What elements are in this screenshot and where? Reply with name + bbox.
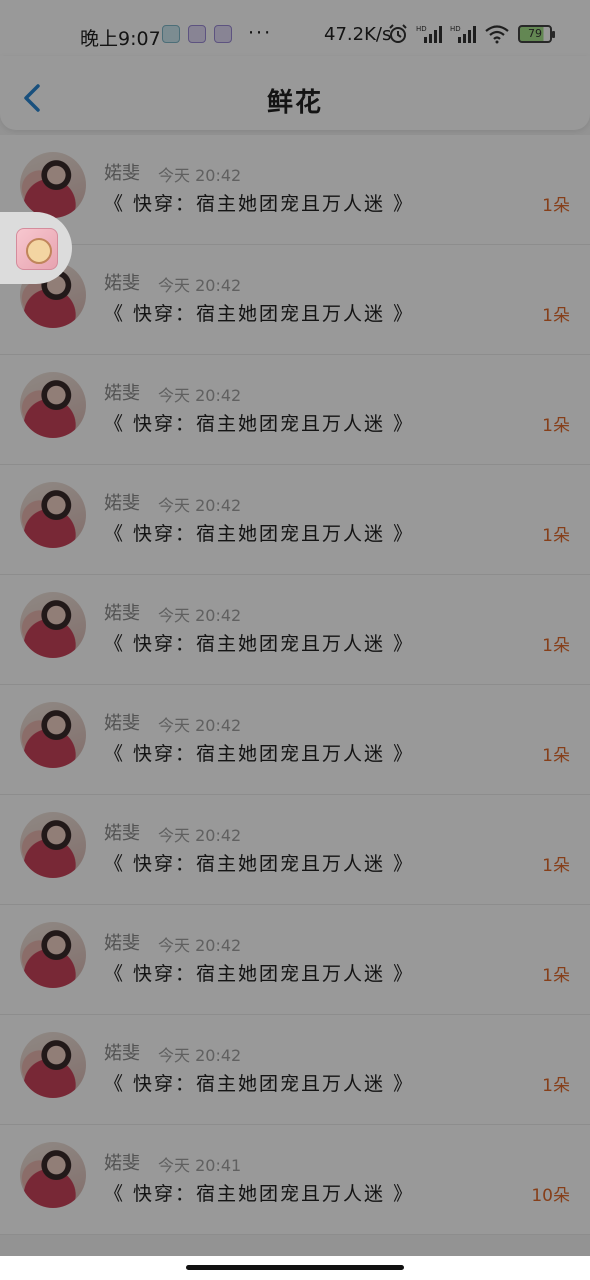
author-name: 婼斐 [104, 493, 140, 514]
app-notification-icon [214, 25, 232, 43]
avatar[interactable] [20, 1032, 86, 1098]
author-name: 婼斐 [104, 273, 140, 294]
status-app-icons [162, 25, 232, 43]
top-nav-bar: 鲜花 [0, 56, 590, 130]
avatar[interactable] [20, 922, 86, 988]
book-title: 《 快穿：宿主她团宠且万人迷 》 [104, 193, 415, 215]
timestamp: 今天 20:42 [158, 606, 242, 625]
flower-count: 1朵 [542, 636, 570, 656]
page-title: 鲜花 [266, 88, 323, 118]
author-name: 婼斐 [104, 603, 140, 624]
author-name: 婼斐 [104, 823, 140, 844]
avatar[interactable] [20, 812, 86, 878]
assistant-icon [16, 228, 58, 270]
app-screen: 晚上9:07 ··· 47.2K/s HD HD 79 鲜花 婼斐 今天 20:… [0, 0, 590, 1280]
flower-count: 10朵 [531, 1186, 570, 1206]
signal-hd-icon: HD [416, 25, 442, 43]
avatar[interactable] [20, 152, 86, 218]
status-time: 晚上9:07 [80, 28, 161, 50]
flower-count: 1朵 [542, 526, 570, 546]
author-name: 婼斐 [104, 1153, 140, 1174]
flower-count: 1朵 [542, 746, 570, 766]
timestamp: 今天 20:42 [158, 386, 242, 405]
author-name: 婼斐 [104, 163, 140, 184]
author-name: 婼斐 [104, 933, 140, 954]
flower-count: 1朵 [542, 856, 570, 876]
list-item[interactable]: 婼斐 今天 20:42 《 快穿：宿主她团宠且万人迷 》 1朵 [0, 575, 590, 685]
list-item[interactable]: 婼斐 今天 20:42 《 快穿：宿主她团宠且万人迷 》 1朵 [0, 1015, 590, 1125]
svg-text:HD: HD [450, 25, 461, 33]
book-title: 《 快穿：宿主她团宠且万人迷 》 [104, 1073, 415, 1095]
avatar[interactable] [20, 372, 86, 438]
network-speed: 47.2K/s [324, 24, 392, 45]
flower-count: 1朵 [542, 1076, 570, 1096]
author-name: 婼斐 [104, 713, 140, 734]
list-item[interactable]: 婼斐 今天 20:42 《 快穿：宿主她团宠且万人迷 》 1朵 [0, 905, 590, 1015]
list-item[interactable]: 婼斐 今天 20:42 《 快穿：宿主她团宠且万人迷 》 1朵 [0, 245, 590, 355]
book-title: 《 快穿：宿主她团宠且万人迷 》 [104, 523, 415, 545]
author-name: 婼斐 [104, 1043, 140, 1064]
flower-gift-list: 婼斐 今天 20:42 《 快穿：宿主她团宠且万人迷 》 1朵 婼斐 今天 20… [0, 135, 590, 1235]
svg-text:HD: HD [416, 25, 427, 33]
status-icons: HD HD 79 [388, 24, 555, 44]
flower-count: 1朵 [542, 306, 570, 326]
flower-count: 1朵 [542, 416, 570, 436]
flower-count: 1朵 [542, 966, 570, 986]
list-item[interactable]: 婼斐 今天 20:42 《 快穿：宿主她团宠且万人迷 》 1朵 [0, 685, 590, 795]
book-title: 《 快穿：宿主她团宠且万人迷 》 [104, 303, 415, 325]
floating-assistant-button[interactable] [0, 212, 72, 284]
timestamp: 今天 20:42 [158, 936, 242, 955]
home-gesture-bar[interactable] [186, 1265, 404, 1270]
timestamp: 今天 20:42 [158, 826, 242, 845]
alarm-icon [389, 24, 407, 43]
list-item[interactable]: 婼斐 今天 20:41 《 快穿：宿主她团宠且万人迷 》 10朵 [0, 1125, 590, 1235]
book-title: 《 快穿：宿主她团宠且万人迷 》 [104, 1183, 415, 1205]
app-notification-icon [162, 25, 180, 43]
book-title: 《 快穿：宿主她团宠且万人迷 》 [104, 633, 415, 655]
timestamp: 今天 20:42 [158, 276, 242, 295]
timestamp: 今天 20:42 [158, 496, 242, 515]
book-title: 《 快穿：宿主她团宠且万人迷 》 [104, 963, 415, 985]
timestamp: 今天 20:42 [158, 716, 242, 735]
more-notifications-icon: ··· [248, 22, 273, 44]
list-item[interactable]: 婼斐 今天 20:42 《 快穿：宿主她团宠且万人迷 》 1朵 [0, 465, 590, 575]
signal-hd-icon: HD [450, 25, 476, 43]
list-item[interactable]: 婼斐 今天 20:42 《 快穿：宿主她团宠且万人迷 》 1朵 [0, 795, 590, 905]
avatar[interactable] [20, 702, 86, 768]
list-item[interactable]: 婼斐 今天 20:42 《 快穿：宿主她团宠且万人迷 》 1朵 [0, 135, 590, 245]
avatar[interactable] [20, 1142, 86, 1208]
app-notification-icon [188, 25, 206, 43]
list-item[interactable]: 婼斐 今天 20:42 《 快穿：宿主她团宠且万人迷 》 1朵 [0, 355, 590, 465]
book-title: 《 快穿：宿主她团宠且万人迷 》 [104, 413, 415, 435]
author-name: 婼斐 [104, 383, 140, 404]
battery-icon: 79 [518, 25, 555, 43]
gesture-area [0, 1256, 590, 1280]
avatar[interactable] [20, 482, 86, 548]
timestamp: 今天 20:42 [158, 1046, 242, 1065]
book-title: 《 快穿：宿主她团宠且万人迷 》 [104, 743, 415, 765]
timestamp: 今天 20:42 [158, 166, 242, 185]
timestamp: 今天 20:41 [158, 1156, 242, 1175]
avatar[interactable] [20, 592, 86, 658]
flower-count: 1朵 [542, 196, 570, 216]
wifi-icon [485, 25, 509, 44]
book-title: 《 快穿：宿主她团宠且万人迷 》 [104, 853, 415, 875]
